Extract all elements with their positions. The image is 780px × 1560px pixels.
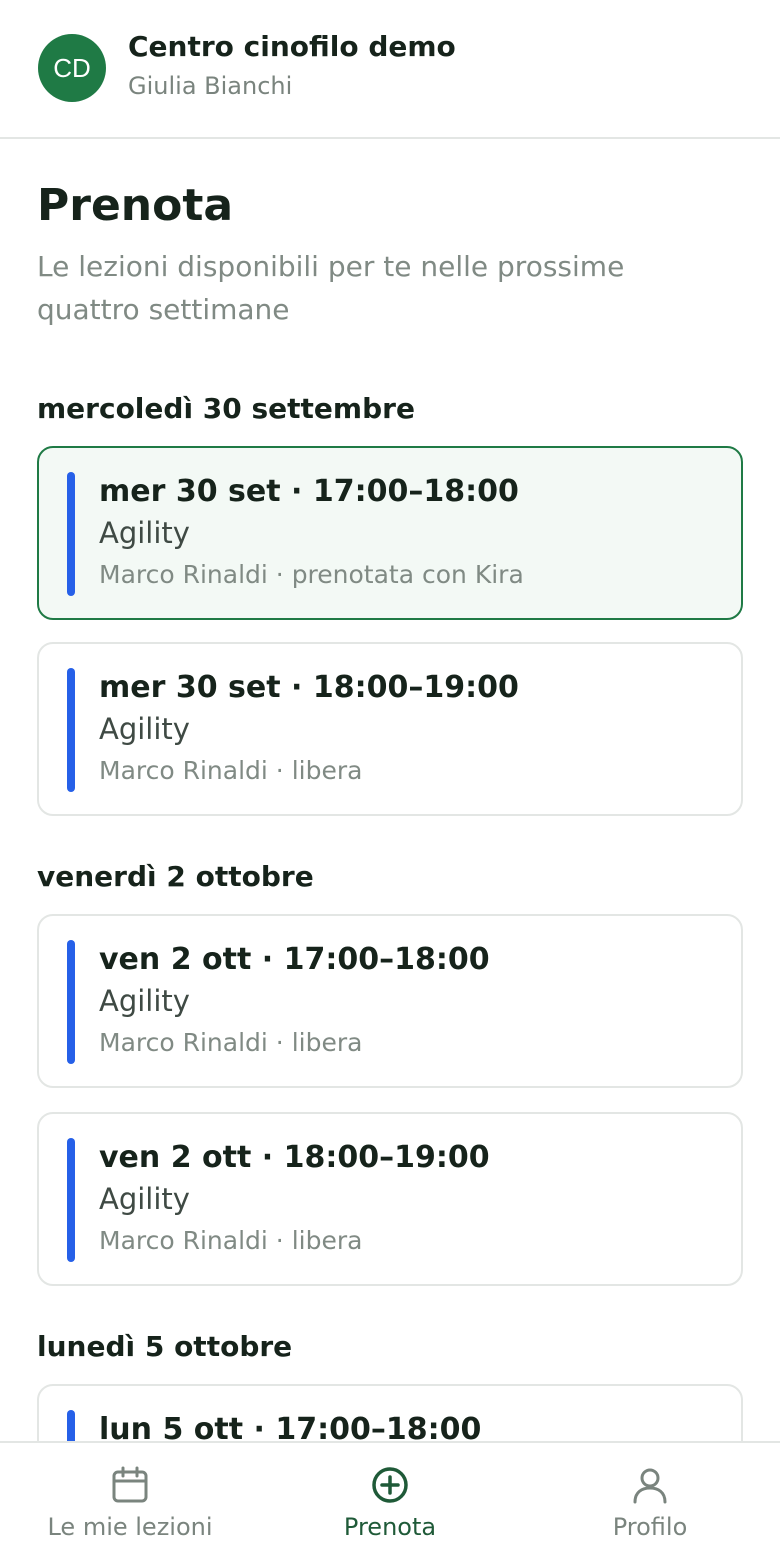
lesson-card[interactable]: lun 5 ott · 17:00–18:00: [37, 1384, 743, 1441]
lesson-type: Agility: [99, 984, 190, 1018]
lesson-time: lun 5 ott · 17:00–18:00: [99, 1412, 482, 1441]
tab-le-mie-lezioni[interactable]: Le mie lezioni: [0, 1443, 260, 1560]
tab-profilo[interactable]: Profilo: [520, 1443, 780, 1560]
lesson-meta: Marco Rinaldi · libera: [99, 1226, 363, 1255]
app-header: CD Centro cinofilo demo Giulia Bianchi: [0, 0, 780, 139]
lesson-type: Agility: [99, 712, 190, 746]
lesson-accent-bar: [67, 472, 75, 596]
lesson-type: Agility: [99, 516, 190, 550]
bottom-tab-bar: Le mie lezioni Prenota Profilo: [0, 1441, 780, 1560]
lesson-accent-bar: [67, 668, 75, 792]
lesson-type: Agility: [99, 1182, 190, 1216]
day-heading: venerdì 2 ottobre: [37, 860, 314, 893]
user-name: Giulia Bianchi: [128, 72, 293, 100]
lesson-card[interactable]: mer 30 set · 18:00–19:00 Agility Marco R…: [37, 642, 743, 816]
page-subtitle: Le lezioni disponibili per te nelle pros…: [37, 250, 625, 326]
lesson-time: mer 30 set · 17:00–18:00: [99, 474, 519, 509]
lesson-time: ven 2 ott · 17:00–18:00: [99, 942, 490, 977]
lesson-accent-bar: [67, 1410, 75, 1441]
lesson-card[interactable]: ven 2 ott · 17:00–18:00 Agility Marco Ri…: [37, 914, 743, 1088]
main-content[interactable]: Prenota Le lezioni disponibili per te ne…: [0, 139, 780, 1441]
tab-label: Le mie lezioni: [47, 1513, 213, 1541]
tab-label: Profilo: [612, 1513, 688, 1541]
lesson-meta: Marco Rinaldi · libera: [99, 756, 363, 785]
lesson-card-booked[interactable]: mer 30 set · 17:00–18:00 Agility Marco R…: [37, 446, 743, 620]
calendar-icon: [112, 1466, 148, 1503]
tab-label: Prenota: [343, 1513, 437, 1541]
page-title: Prenota: [37, 180, 234, 231]
lesson-time: ven 2 ott · 18:00–19:00: [99, 1140, 490, 1175]
day-heading: lunedì 5 ottobre: [37, 1330, 293, 1363]
user-icon: [633, 1468, 667, 1504]
lesson-accent-bar: [67, 940, 75, 1064]
day-heading: mercoledì 30 settembre: [37, 392, 415, 425]
lesson-card[interactable]: ven 2 ott · 18:00–19:00 Agility Marco Ri…: [37, 1112, 743, 1286]
lesson-time: mer 30 set · 18:00–19:00: [99, 670, 519, 705]
org-name: Centro cinofilo demo: [128, 30, 456, 63]
tab-prenota[interactable]: Prenota: [260, 1443, 520, 1560]
lesson-meta: Marco Rinaldi · prenotata con Kira: [99, 560, 524, 589]
avatar[interactable]: CD: [38, 34, 106, 102]
lesson-accent-bar: [67, 1138, 75, 1262]
lesson-meta: Marco Rinaldi · libera: [99, 1028, 363, 1057]
plus-circle-icon: [372, 1467, 408, 1503]
